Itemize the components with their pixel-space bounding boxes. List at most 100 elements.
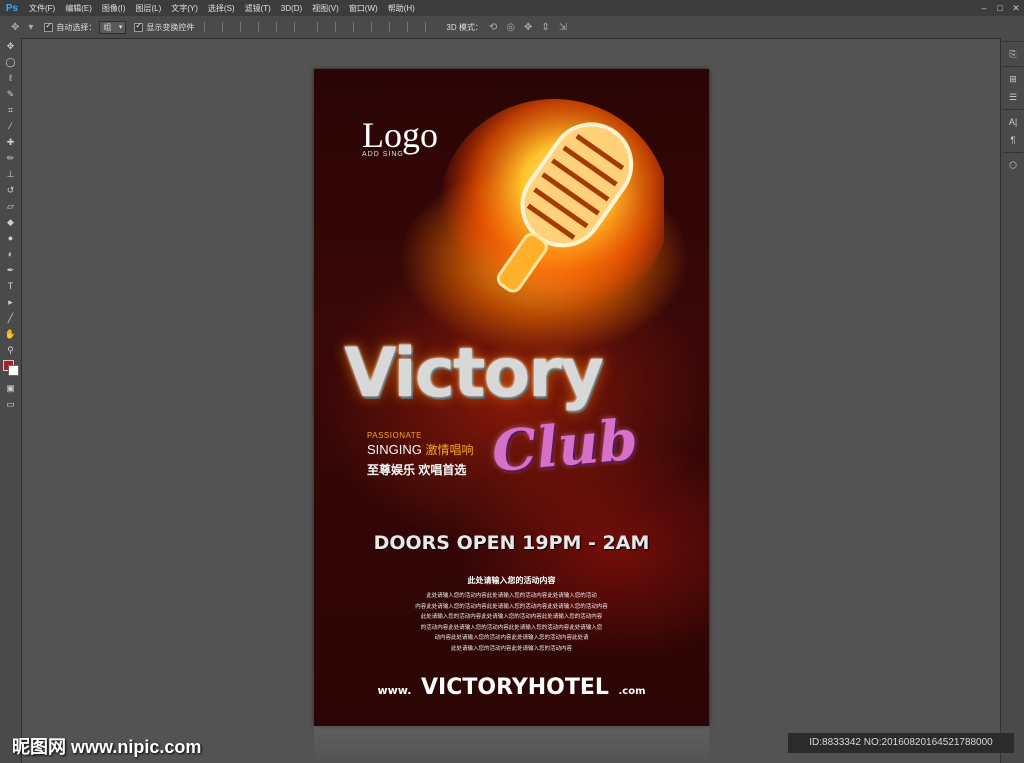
auto-select-checkbox[interactable] (44, 21, 54, 32)
distribute-right-icon[interactable] (407, 22, 418, 32)
poster-body-line: 此处请输入您的活动内容此处请输入您的活动内容 (450, 645, 572, 652)
panel-separator (1003, 152, 1023, 153)
stamp-tool-icon[interactable]: ⊥ (0, 166, 21, 182)
hand-tool-icon[interactable]: ✋ (0, 326, 21, 342)
menu-bar: Ps 文件(F) 编辑(E) 图像(I) 图层(L) 文字(Y) 选择(S) 滤… (0, 0, 1024, 16)
poster-subheadline: Club (489, 406, 641, 486)
auto-select-dropdown[interactable]: 组 (99, 20, 127, 34)
menu-type[interactable]: 文字(Y) (166, 3, 203, 14)
minimize-button[interactable]: – (976, 3, 992, 13)
show-transform-checkbox[interactable] (134, 21, 144, 32)
align-vcenter-icon[interactable] (222, 22, 233, 32)
distribute-left-icon[interactable] (371, 22, 382, 32)
eraser-tool-icon[interactable]: ▱ (0, 198, 21, 214)
align-hcenter-icon[interactable] (276, 22, 287, 32)
paragraph-panel-icon[interactable]: ¶ (1001, 131, 1024, 149)
panel-dock: ⎘ ⊞ ☰ A| ¶ ⬡ (1000, 38, 1024, 763)
canvas-reflection (314, 726, 709, 763)
gradient-tool-icon[interactable]: ◆ (0, 214, 21, 230)
background-color-swatch[interactable] (8, 365, 19, 376)
3d-roll-icon[interactable]: ◎ (506, 22, 515, 33)
3d-mode-label: 3D 模式： (446, 22, 483, 32)
3d-rotate-icon[interactable]: ⟲ (489, 22, 497, 33)
path-select-tool-icon[interactable]: ▸ (0, 294, 21, 310)
poster-website: www. VICTORYHOTEL .com (314, 675, 709, 700)
panel-separator (1003, 66, 1023, 67)
auto-select-group: 自动选择： 组 (44, 20, 127, 34)
menu-window[interactable]: 窗口(W) (344, 3, 383, 14)
poster-singing: SINGING 激情唱响 (367, 441, 474, 458)
align-left-icon[interactable] (258, 22, 269, 32)
show-transform-label: 显示变换控件 (146, 22, 195, 32)
menu-layer[interactable]: 图层(L) (130, 3, 166, 14)
marquee-tool-icon[interactable]: ◯ (0, 54, 21, 70)
maximize-button[interactable]: □ (992, 3, 1008, 13)
distribute-top-icon[interactable] (317, 22, 328, 32)
dodge-tool-icon[interactable]: ◐ (0, 246, 21, 262)
zoom-tool-icon[interactable]: ⚲ (0, 342, 21, 358)
poster-logo: Logo (362, 115, 438, 155)
eyedropper-tool-icon[interactable]: ⁄ (0, 118, 21, 134)
photoshop-logo: Ps (5, 2, 19, 14)
color-swatches[interactable] (0, 358, 21, 380)
auto-align-icon[interactable] (425, 22, 436, 32)
3d-mode-group: 3D 模式： ⟲ ◎ ✥ ⇕ ⇲ (446, 22, 570, 33)
align-top-icon[interactable] (204, 22, 215, 32)
menu-image[interactable]: 图像(I) (97, 3, 131, 14)
show-transform-group: 显示变换控件 (134, 21, 195, 33)
menu-3d[interactable]: 3D(D) (276, 4, 307, 13)
blur-tool-icon[interactable]: ● (0, 230, 21, 246)
distribute-bottom-icon[interactable] (353, 22, 364, 32)
distribute-buttons (315, 22, 438, 32)
screen-mode-icon[interactable]: ▭ (0, 396, 21, 412)
history-panel-icon[interactable]: ⎘ (1001, 45, 1024, 63)
pen-tool-icon[interactable]: ✒ (0, 262, 21, 278)
brush-tool-icon[interactable]: ✏ (0, 150, 21, 166)
document-canvas[interactable]: Logo ADD SING Victory PASSIONATE SINGING… (314, 69, 709, 726)
watermark-site: 昵图网 www.nipic.com (12, 737, 202, 757)
microphone-illustration (439, 99, 664, 319)
menu-view[interactable]: 视图(V) (307, 3, 344, 14)
poster-body-line: 此处请输入您的活动内容此处请输入您的活动内容此处请输入您的活动 (426, 593, 597, 599)
panel-separator (1003, 109, 1023, 110)
poster-doors-open: DOORS OPEN 19PM - 2AM (373, 532, 650, 554)
move-tool-preset[interactable]: ✥ ▾ (8, 22, 36, 33)
panel-separator (1003, 41, 1023, 42)
distribute-vcenter-icon[interactable] (335, 22, 346, 32)
crop-tool-icon[interactable]: ⌗ (0, 102, 21, 118)
history-brush-tool-icon[interactable]: ↺ (0, 182, 21, 198)
menu-file[interactable]: 文件(F) (24, 3, 60, 14)
lasso-tool-icon[interactable]: ℓ (0, 70, 21, 86)
3d-pan-icon[interactable]: ✥ (524, 22, 532, 33)
move-icon: ✥ (11, 21, 20, 33)
properties-panel-icon[interactable]: ⊞ (1001, 70, 1024, 88)
line-tool-icon[interactable]: ╱ (0, 310, 21, 326)
poster-headline: Victory (344, 334, 604, 413)
healing-tool-icon[interactable]: ✚ (0, 134, 21, 150)
align-right-icon[interactable] (294, 22, 305, 32)
menu-help[interactable]: 帮助(H) (383, 3, 420, 14)
poster-body-line: 的活动内容此处请输入您的活动内容此处请输入您的活动内容此处请输入您 (420, 624, 603, 631)
close-button[interactable]: ✕ (1008, 3, 1024, 14)
align-bottom-icon[interactable] (240, 22, 251, 32)
character-panel-icon[interactable]: A| (1001, 113, 1024, 131)
adjustments-panel-icon[interactable]: ☰ (1001, 88, 1024, 106)
distribute-hcenter-icon[interactable] (389, 22, 400, 32)
menu-select[interactable]: 选择(S) (203, 3, 240, 14)
move-tool-icon[interactable]: ✥ (0, 38, 21, 54)
menu-edit[interactable]: 编辑(E) (60, 3, 97, 14)
menu-filter[interactable]: 滤镜(T) (240, 3, 276, 14)
type-tool-icon[interactable]: T (0, 278, 21, 294)
poster-body-line: 动内容此处请输入您的活动内容此处请输入您的活动内容此处请 (434, 635, 589, 641)
3d-panel-icon[interactable]: ⬡ (1001, 156, 1024, 174)
quick-select-tool-icon[interactable]: ✎ (0, 86, 21, 102)
auto-select-label: 自动选择： (56, 22, 97, 32)
align-buttons (202, 22, 307, 32)
poster-body-line: 此处请输入您的活动内容此处请输入您的活动内容此处请输入您的活动内容 (420, 614, 603, 620)
chevron-down-icon: ▾ (28, 21, 34, 33)
poster-body-line: 内容此处请输入您的活动内容此处请输入您的活动内容此处请输入您的活动内容 (415, 603, 608, 610)
3d-scale-icon[interactable]: ⇲ (559, 22, 567, 33)
quick-mask-icon[interactable]: ▣ (0, 380, 21, 396)
3d-slide-icon[interactable]: ⇕ (541, 22, 549, 33)
poster-website-name: VICTORYHOTEL (421, 675, 609, 700)
